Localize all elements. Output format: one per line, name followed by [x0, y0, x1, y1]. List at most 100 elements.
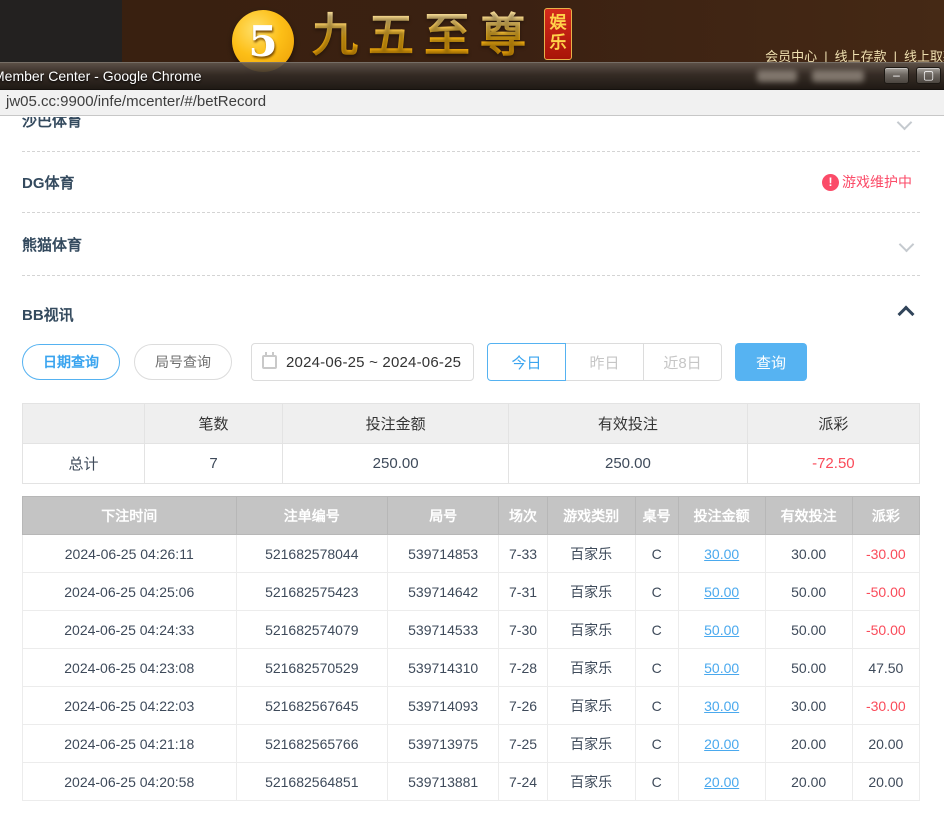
- bet-amount-link[interactable]: 20.00: [704, 736, 739, 752]
- cell-table-id: C: [635, 611, 678, 649]
- summary-count: 7: [144, 444, 282, 484]
- bet-amount-link[interactable]: 50.00: [704, 584, 739, 600]
- cell-bet-time: 2024-06-25 04:24:33: [23, 611, 237, 649]
- cell-payout: 20.00: [852, 725, 919, 763]
- section-panda-sports[interactable]: 熊猫体育: [22, 213, 920, 276]
- bet-record-row: 2024-06-25 04:26:11521682578044539714853…: [23, 535, 920, 573]
- cell-ticket-id: 521682570529: [236, 649, 388, 687]
- cell-payout: -30.00: [852, 535, 919, 573]
- section-title: BB视讯: [22, 304, 74, 325]
- cell-session: 7-31: [499, 573, 547, 611]
- cell-session: 7-25: [499, 725, 547, 763]
- cell-valid-bet: 50.00: [765, 649, 852, 687]
- browser-titlebar[interactable]: Member Center - Google Chrome – ▢ ×: [0, 62, 944, 90]
- logo-badge: 娱 乐: [544, 8, 572, 60]
- cell-bet-amount: 30.00: [678, 687, 765, 725]
- cell-round-id: 539714093: [388, 687, 499, 725]
- quick-today-button[interactable]: 今日: [487, 343, 566, 381]
- bet-amount-link[interactable]: 50.00: [704, 622, 739, 638]
- cell-payout: 47.50: [852, 649, 919, 687]
- blurred-account-info: [812, 70, 864, 82]
- bet-record-row: 2024-06-25 04:23:08521682570529539714310…: [23, 649, 920, 687]
- cell-payout: -50.00: [852, 573, 919, 611]
- browser-urlbar[interactable]: jw05.cc:9900/infe/mcenter/#/betRecord: [0, 90, 944, 116]
- cell-table-id: C: [635, 573, 678, 611]
- cell-ticket-id: 521682565766: [236, 725, 388, 763]
- date-range-input[interactable]: 2024-06-25 ~ 2024-06-25: [251, 343, 474, 381]
- cell-valid-bet: 50.00: [765, 611, 852, 649]
- cell-valid-bet: 30.00: [765, 535, 852, 573]
- cell-round-id: 539713881: [388, 763, 499, 801]
- filter-toolbar: 日期查询 局号查询 2024-06-25 ~ 2024-06-25 今日 昨日 …: [22, 343, 920, 381]
- cell-game-type: 百家乐: [547, 725, 635, 763]
- bet-amount-link[interactable]: 50.00: [704, 660, 739, 676]
- background-window-block: [0, 0, 122, 62]
- bet-record-row: 2024-06-25 04:25:06521682575423539714642…: [23, 573, 920, 611]
- bet-record-row: 2024-06-25 04:21:18521682565766539713975…: [23, 725, 920, 763]
- summary-header: 有效投注: [509, 404, 748, 444]
- page-content: 沙巴体育 DG体育 ! 游戏维护中 熊猫体育 BB视讯 日期查询 局号查询: [0, 117, 944, 822]
- cell-bet-amount: 50.00: [678, 649, 765, 687]
- chevron-up-icon: [898, 306, 915, 323]
- date-query-tab[interactable]: 日期查询: [22, 344, 120, 380]
- summary-header: 投注金额: [283, 404, 509, 444]
- cell-ticket-id: 521682564851: [236, 763, 388, 801]
- bet-record-row: 2024-06-25 04:22:03521682567645539714093…: [23, 687, 920, 725]
- search-button[interactable]: 查询: [735, 343, 807, 381]
- round-query-tab[interactable]: 局号查询: [134, 344, 232, 380]
- bet-header: 桌号: [635, 497, 678, 535]
- screen: 5 九五至尊 娱 乐 会员中心|线上存款|线上取款 Member Center …: [0, 0, 944, 822]
- section-dg-sports[interactable]: DG体育 ! 游戏维护中: [22, 152, 920, 213]
- section-bb-video[interactable]: BB视讯: [22, 276, 920, 330]
- cell-game-type: 百家乐: [547, 649, 635, 687]
- summary-header: 派彩: [747, 404, 919, 444]
- cell-bet-time: 2024-06-25 04:25:06: [23, 573, 237, 611]
- maximize-button[interactable]: ▢: [916, 67, 941, 84]
- bet-amount-link[interactable]: 30.00: [704, 698, 739, 714]
- bet-amount-link[interactable]: 30.00: [704, 546, 739, 562]
- cell-table-id: C: [635, 649, 678, 687]
- bet-header: 游戏类别: [547, 497, 635, 535]
- bet-header: 局号: [388, 497, 499, 535]
- cell-game-type: 百家乐: [547, 535, 635, 573]
- cell-bet-amount: 50.00: [678, 573, 765, 611]
- exclamation-icon: !: [822, 174, 839, 191]
- section-title: 熊猫体育: [22, 234, 82, 255]
- cell-ticket-id: 521682574079: [236, 611, 388, 649]
- bet-header: 派彩: [852, 497, 919, 535]
- bet-header: 下注时间: [23, 497, 237, 535]
- bet-header: 场次: [499, 497, 547, 535]
- cell-bet-time: 2024-06-25 04:22:03: [23, 687, 237, 725]
- cell-bet-amount: 20.00: [678, 725, 765, 763]
- chevron-down-icon: [897, 117, 913, 130]
- section-shaba-sports[interactable]: 沙巴体育: [22, 117, 920, 152]
- summary-total-row: 总计 7 250.00 250.00 -72.50: [23, 444, 920, 484]
- cell-valid-bet: 30.00: [765, 687, 852, 725]
- cell-session: 7-30: [499, 611, 547, 649]
- section-title: 沙巴体育: [22, 117, 82, 131]
- date-range-value: 2024-06-25 ~ 2024-06-25: [286, 354, 461, 371]
- cell-ticket-id: 521682575423: [236, 573, 388, 611]
- chevron-down-icon: [899, 236, 915, 252]
- summary-header: [23, 404, 145, 444]
- bet-header: 有效投注: [765, 497, 852, 535]
- section-title: DG体育: [22, 172, 75, 193]
- logo-symbol: 5: [248, 17, 277, 66]
- cell-round-id: 539714533: [388, 611, 499, 649]
- cell-bet-time: 2024-06-25 04:26:11: [23, 535, 237, 573]
- summary-bet-amount: 250.00: [283, 444, 509, 484]
- cell-ticket-id: 521682578044: [236, 535, 388, 573]
- cell-round-id: 539713975: [388, 725, 499, 763]
- quick-8days-button[interactable]: 近8日: [643, 343, 722, 381]
- cell-game-type: 百家乐: [547, 611, 635, 649]
- cell-table-id: C: [635, 535, 678, 573]
- maintenance-badge: ! 游戏维护中: [822, 172, 912, 192]
- minimize-button[interactable]: –: [884, 67, 909, 84]
- cell-ticket-id: 521682567645: [236, 687, 388, 725]
- cell-round-id: 539714310: [388, 649, 499, 687]
- bet-amount-link[interactable]: 20.00: [704, 774, 739, 790]
- quick-yesterday-button[interactable]: 昨日: [565, 343, 644, 381]
- cell-bet-amount: 50.00: [678, 611, 765, 649]
- window-title: Member Center - Google Chrome: [0, 68, 202, 84]
- cell-payout: -50.00: [852, 611, 919, 649]
